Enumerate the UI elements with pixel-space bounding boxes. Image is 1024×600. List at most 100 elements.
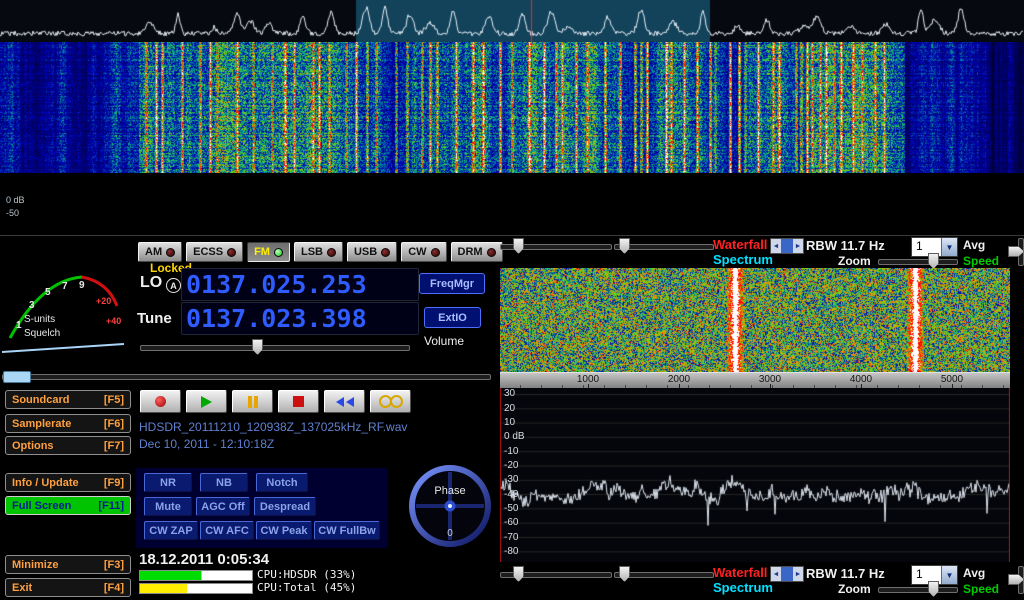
- zoom-slider-thumb-bottom[interactable]: [928, 581, 939, 597]
- scroll-thumb[interactable]: [781, 239, 793, 253]
- cw-zap-button[interactable]: CW ZAP: [144, 521, 198, 540]
- scroll-left-icon[interactable]: [771, 567, 781, 581]
- volume-label: Volume: [424, 334, 464, 348]
- db-scale-label: -60: [504, 517, 518, 528]
- rewind-button[interactable]: [324, 390, 365, 413]
- rf-spectrum-canvas[interactable]: [500, 388, 1010, 562]
- button-hotkey: [F3]: [104, 559, 124, 571]
- rf-waterfall-contrast-thumb-bottom[interactable]: [619, 566, 630, 582]
- mode-button-cw[interactable]: CW: [401, 242, 446, 262]
- button-label: Full Screen: [12, 500, 71, 512]
- scroll-left-icon[interactable]: [771, 239, 781, 253]
- rf-waterfall-canvas[interactable]: [500, 268, 1010, 372]
- play-button[interactable]: [186, 390, 227, 413]
- extio-button[interactable]: ExtIO: [424, 307, 481, 328]
- db-scale-label: 20: [504, 403, 515, 414]
- mode-label: LSB: [301, 246, 323, 258]
- squelch-slider-track[interactable]: [2, 374, 491, 380]
- mode-button-drm[interactable]: DRM: [451, 242, 503, 262]
- play-icon: [201, 396, 212, 408]
- mode-led-icon: [487, 248, 496, 257]
- mode-button-usb[interactable]: USB: [347, 242, 397, 262]
- volume-slider-track[interactable]: [140, 345, 410, 351]
- s-meter-units-label: S-units: [24, 314, 55, 325]
- mode-button-am[interactable]: AM: [138, 242, 182, 262]
- chevron-down-icon[interactable]: [941, 566, 957, 584]
- cpu-hdsdr-label: CPU:HDSDR (33%): [257, 568, 356, 581]
- scroll-right-icon[interactable]: [793, 239, 803, 253]
- phase-dot-core: [448, 504, 452, 508]
- rf-waterfall-brightness-thumb-bottom[interactable]: [513, 566, 524, 582]
- zoom-label-bottom: Zoom: [838, 582, 871, 596]
- fullscreen-button[interactable]: Full Screen [F11]: [5, 496, 131, 515]
- button-hotkey: [F7]: [104, 440, 124, 452]
- lo-label: LO: [140, 274, 162, 292]
- pause-button[interactable]: [232, 390, 273, 413]
- db-scale-label: -50: [504, 503, 518, 514]
- loop-button[interactable]: [370, 390, 411, 413]
- samplerate-button[interactable]: Samplerate [F6]: [5, 414, 131, 433]
- chevron-down-icon[interactable]: [941, 238, 957, 256]
- s-meter-tick-label: 9: [79, 280, 85, 291]
- overview-db-label-top: 0 dB: [6, 195, 25, 205]
- mode-led-icon: [327, 248, 336, 257]
- pause-icon: [248, 396, 252, 408]
- mode-button-fm[interactable]: FM: [247, 242, 290, 262]
- rf-waterfall-label-top[interactable]: Waterfall: [713, 237, 767, 252]
- playback-controls: [140, 390, 411, 413]
- rf-pan-scrollbar-bottom[interactable]: [770, 566, 804, 582]
- db-scale-label: 0 dB: [504, 431, 525, 442]
- mode-led-icon: [274, 248, 283, 257]
- nb-button[interactable]: NB: [200, 473, 248, 492]
- s-meter-squelch-label: Squelch: [24, 328, 60, 339]
- db-scale-label: -10: [504, 446, 518, 457]
- scroll-thumb[interactable]: [781, 567, 793, 581]
- nr-button[interactable]: NR: [144, 473, 192, 492]
- button-label: Soundcard: [12, 394, 69, 406]
- rf-waterfall-brightness-thumb-top[interactable]: [513, 238, 524, 254]
- agc-button[interactable]: AGC Off: [196, 497, 250, 516]
- rf-pan-scrollbar-top[interactable]: [770, 238, 804, 254]
- scroll-right-icon[interactable]: [793, 567, 803, 581]
- divider: [0, 235, 1024, 236]
- s-meter-over-label: +40: [106, 316, 121, 326]
- cw-peak-button[interactable]: CW Peak: [256, 521, 312, 540]
- record-icon: [155, 396, 166, 407]
- info-update-button[interactable]: Info / Update [F9]: [5, 473, 131, 492]
- avg-label-bottom: Avg: [963, 566, 985, 580]
- rf-spectrum-label-top[interactable]: Spectrum: [713, 252, 773, 267]
- volume-slider-thumb[interactable]: [252, 339, 263, 355]
- loop-icon: [390, 395, 403, 408]
- lo-frequency-display[interactable]: 0137.025.253: [181, 268, 419, 301]
- zoom-slider-track-bottom[interactable]: [878, 587, 958, 593]
- tune-frequency-display[interactable]: 0137.023.398: [181, 302, 419, 335]
- pause-icon: [254, 396, 258, 408]
- squelch-slider-thumb[interactable]: [3, 371, 31, 383]
- exit-button[interactable]: Exit [F4]: [5, 578, 131, 597]
- mode-button-row: AM ECSS FM LSB USB CW DRM: [138, 242, 503, 262]
- rf-waterfall-contrast-thumb-top[interactable]: [619, 238, 630, 254]
- minimize-button[interactable]: Minimize [F3]: [5, 555, 131, 574]
- soundcard-button[interactable]: Soundcard [F5]: [5, 390, 131, 409]
- mode-button-lsb[interactable]: LSB: [294, 242, 343, 262]
- freqmgr-button[interactable]: FreqMgr: [419, 273, 485, 294]
- button-label: Minimize: [12, 559, 58, 571]
- mute-button[interactable]: Mute: [144, 497, 192, 516]
- notch-button[interactable]: Notch: [256, 473, 308, 492]
- rf-waterfall-label-bottom[interactable]: Waterfall: [713, 565, 767, 580]
- button-hotkey: [F9]: [104, 477, 124, 489]
- zoom-slider-track-top[interactable]: [878, 259, 958, 265]
- mode-led-icon: [227, 248, 236, 257]
- record-button[interactable]: [140, 390, 181, 413]
- cw-fullbw-button[interactable]: CW FullBw: [314, 521, 380, 540]
- lo-lock-badge[interactable]: A: [166, 278, 181, 293]
- zoom-slider-thumb-top[interactable]: [928, 253, 939, 269]
- despread-button[interactable]: Despread: [254, 497, 316, 516]
- db-scale-label: -40: [504, 489, 518, 500]
- overview-spectrum-canvas[interactable]: [0, 0, 1024, 42]
- stop-button[interactable]: [278, 390, 319, 413]
- mode-button-ecss[interactable]: ECSS: [186, 242, 243, 262]
- rf-spectrum-label-bottom[interactable]: Spectrum: [713, 580, 773, 595]
- options-button[interactable]: Options [F7]: [5, 436, 131, 455]
- cw-afc-button[interactable]: CW AFC: [200, 521, 254, 540]
